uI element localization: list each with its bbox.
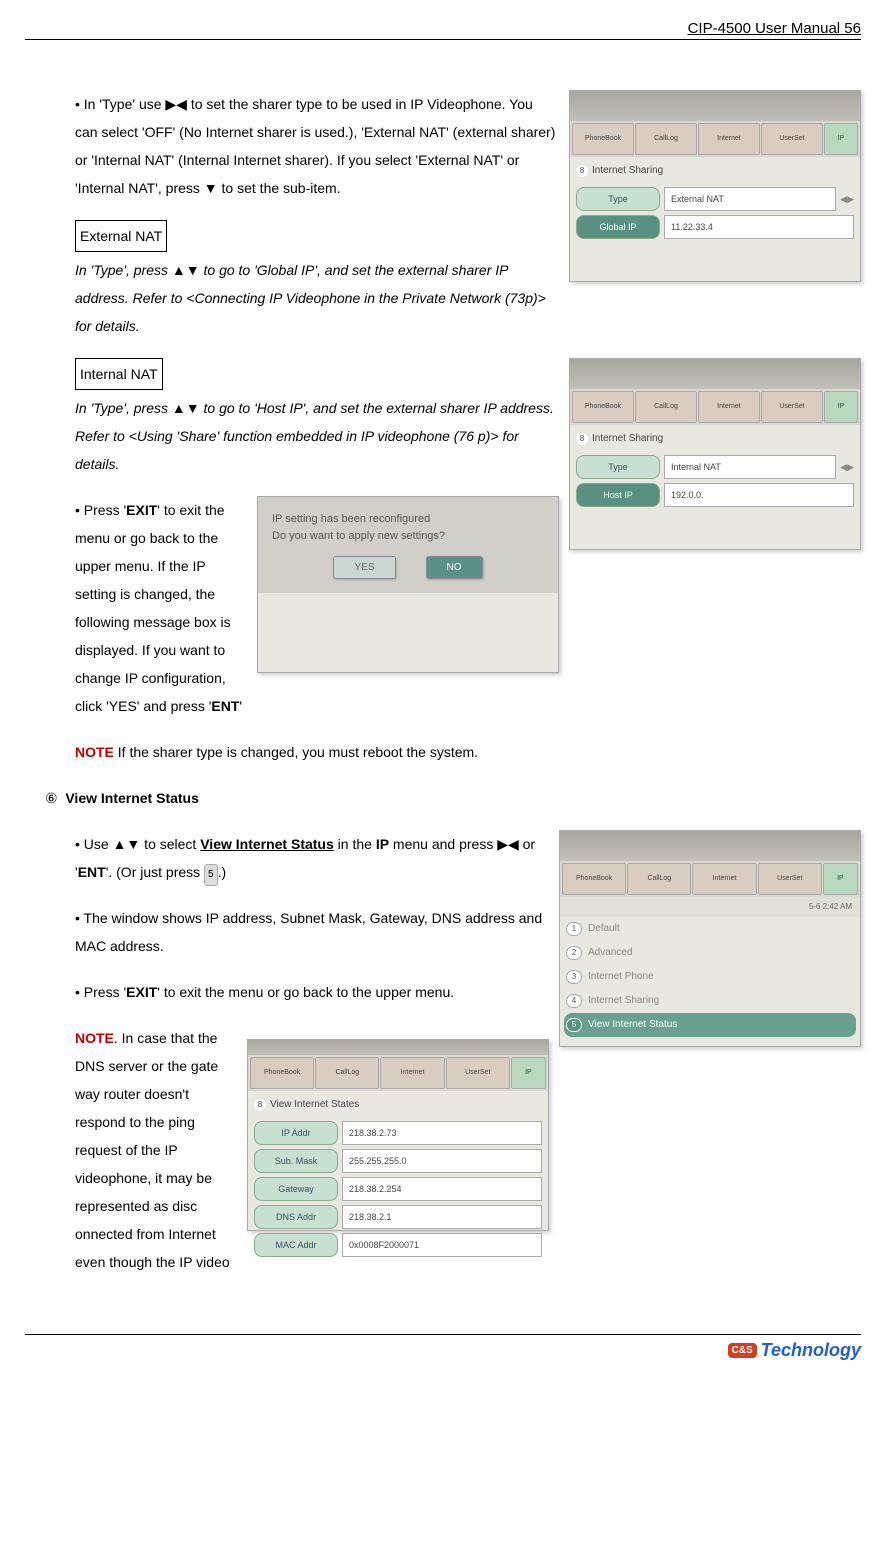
internal-nat-heading: Internal NAT [75,358,163,390]
global-ip-value: 11.22.33.4 [664,215,854,239]
tab-internet: Internet [692,863,756,895]
ip-addr-value: 218.38.2.73 [342,1121,542,1145]
ip-addr-label: IP Addr [254,1121,338,1145]
tab-calllog: CallLog [635,123,697,155]
key-5-icon: 5 [204,864,218,886]
screenshot-internal-nat: PhoneBook CallLog Internet UserSet IP 8I… [569,358,861,550]
host-ip-label: Host IP [576,483,660,507]
tab-ip: IP [823,863,858,895]
tab-userset: UserSet [761,123,823,155]
tab-internet: Internet [698,391,760,423]
subnet-label: Sub. Mask [254,1149,338,1173]
type-label: Type [576,187,660,211]
type-value: Internal NAT [664,455,836,479]
tab-ip: IP [511,1057,546,1089]
tab-calllog: CallLog [627,863,691,895]
screenshot-external-nat: PhoneBook CallLog Internet UserSet IP 8I… [569,90,861,282]
dns-value: 218.38.2.1 [342,1205,542,1229]
tab-phonebook: PhoneBook [250,1057,314,1089]
panel-title: View Internet States [270,1095,359,1115]
page-header: CIP-4500 User Manual 56 [25,20,861,37]
tab-internet: Internet [698,123,760,155]
panel-title: Internet Sharing [592,161,663,181]
gateway-label: Gateway [254,1177,338,1201]
mac-label: MAC Addr [254,1233,338,1257]
screenshot-confirm-dialog: IP setting has been reconfigured Do you … [257,496,559,673]
note-reboot: NOTE If the sharer type is changed, you … [75,738,861,766]
tab-phonebook: PhoneBook [562,863,626,895]
dns-label: DNS Addr [254,1205,338,1229]
menu-item-view-status: View Internet Status [588,1015,677,1035]
mac-value: 0x0008F2000071 [342,1233,542,1257]
global-ip-label: Global IP [576,215,660,239]
menu-item-default: Default [588,919,620,939]
subnet-value: 255.255.255.0 [342,1149,542,1173]
section-6-heading: ⑥ View Internet Status [45,784,861,812]
tab-phonebook: PhoneBook [572,391,634,423]
dialog-message: IP setting has been reconfigured Do you … [272,511,544,544]
menu-item-advanced: Advanced [588,943,632,963]
menu-item-internet-phone: Internet Phone [588,967,654,987]
tab-ip: IP [824,123,858,155]
tab-userset: UserSet [446,1057,510,1089]
screenshot-internet-status: PhoneBook CallLog Internet UserSet IP 8V… [247,1039,549,1231]
gateway-value: 218.38.2.254 [342,1177,542,1201]
tab-phonebook: PhoneBook [572,123,634,155]
time-display: 5-6 2:42 AM [560,897,860,917]
logo-badge-icon: C&S [728,1343,757,1358]
tab-ip: IP [824,391,858,423]
tab-userset: UserSet [758,863,822,895]
screenshot-ip-menu: PhoneBook CallLog Internet UserSet IP 5-… [559,830,861,1047]
tab-calllog: CallLog [635,391,697,423]
yes-button[interactable]: YES [333,556,395,579]
host-ip-value: 192.0.0. [664,483,854,507]
tab-userset: UserSet [761,391,823,423]
external-nat-heading: External NAT [75,220,167,252]
tab-calllog: CallLog [315,1057,379,1089]
panel-title: Internet Sharing [592,429,663,449]
no-button[interactable]: NO [426,556,483,579]
company-logo: C&S Technology [728,1340,861,1361]
tab-internet: Internet [380,1057,444,1089]
type-value: External NAT [664,187,836,211]
type-label: Type [576,455,660,479]
menu-item-internet-sharing: Internet Sharing [588,991,659,1011]
